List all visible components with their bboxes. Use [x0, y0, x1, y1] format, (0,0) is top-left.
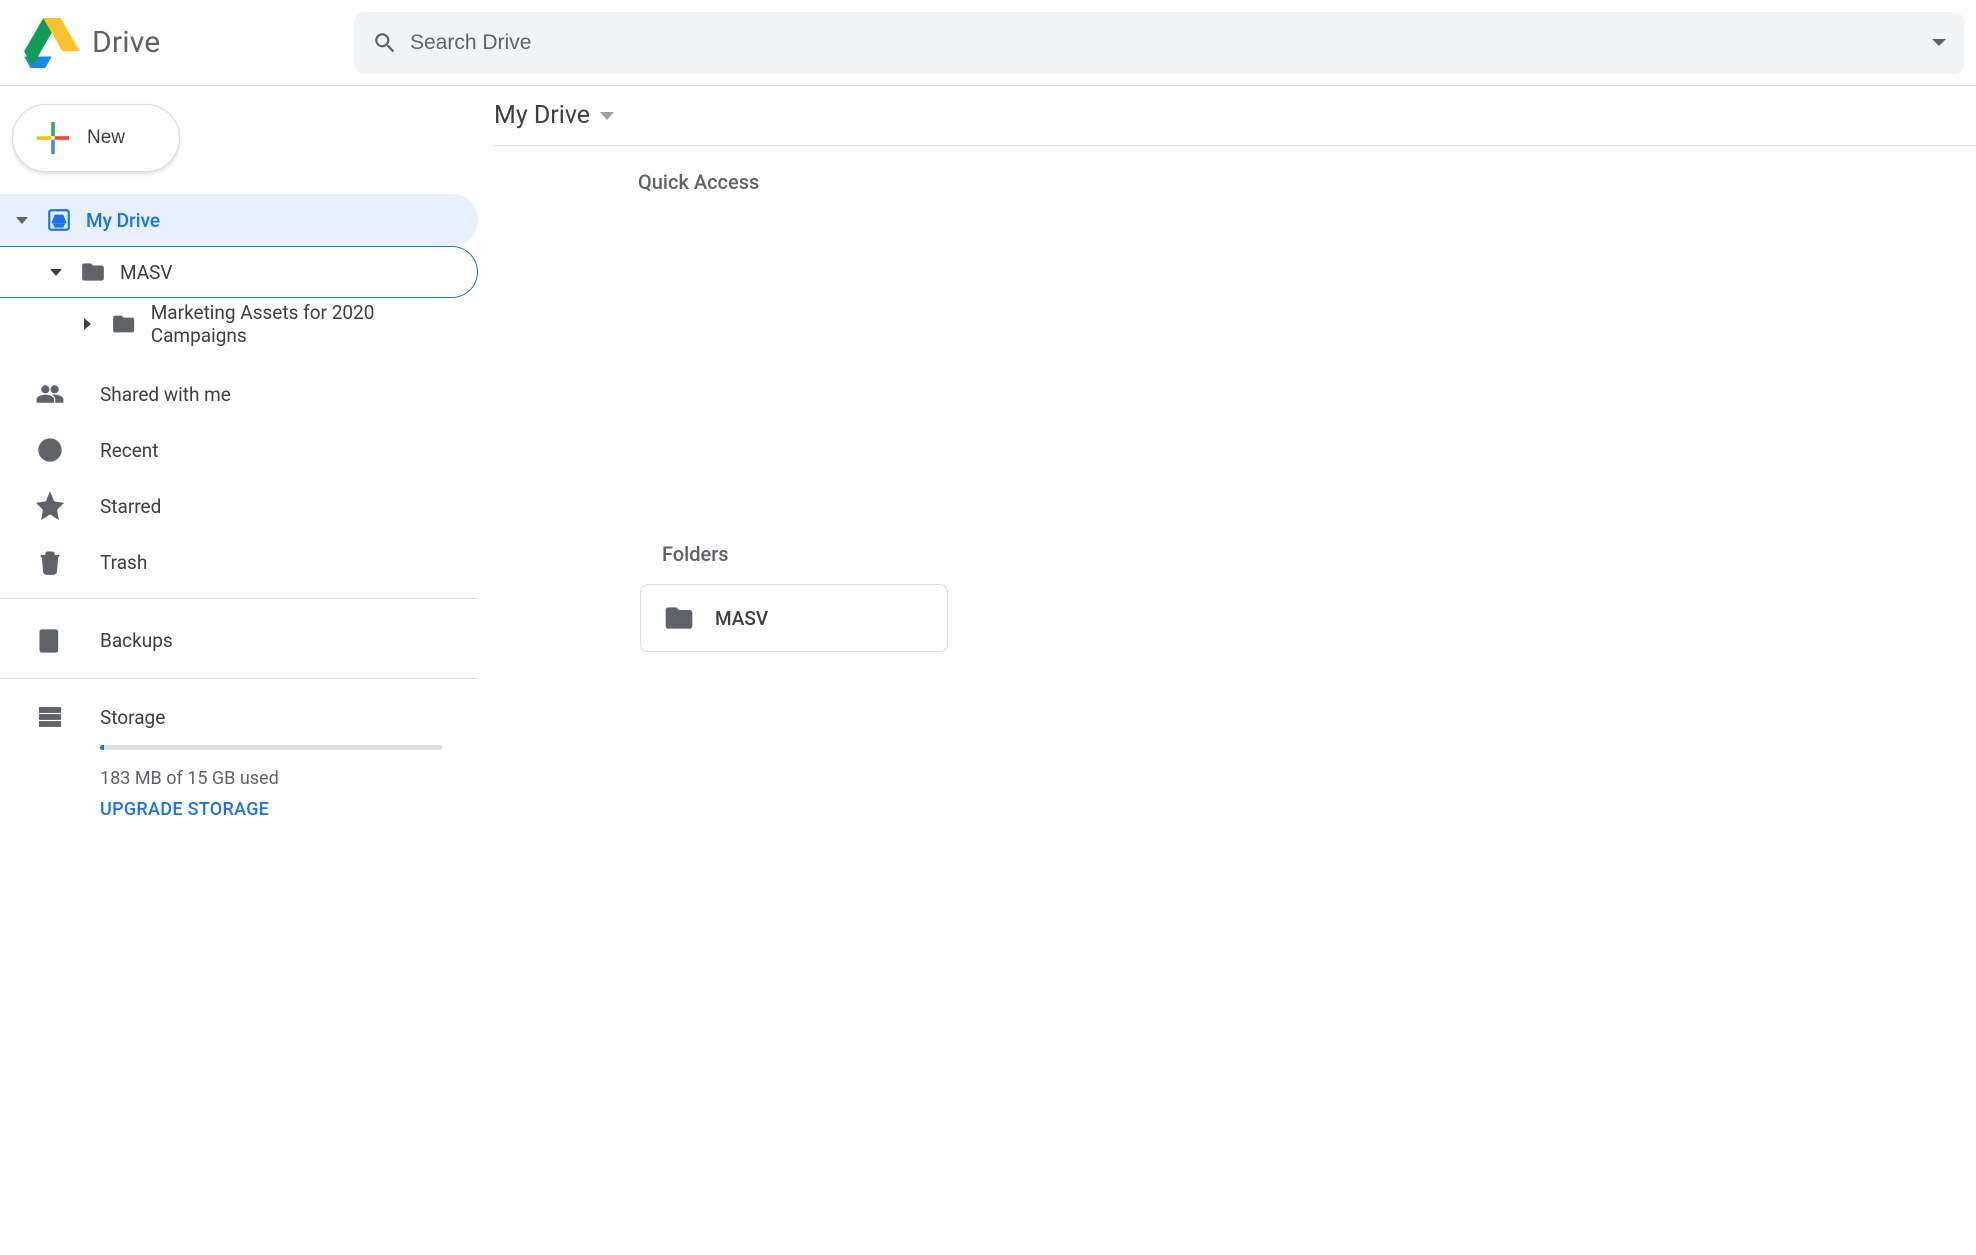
- folder-tree: My Drive MASV Marketing Assets for 2020 …: [0, 194, 478, 356]
- storage-label: Storage: [100, 706, 165, 729]
- nav-trash[interactable]: Trash: [0, 534, 478, 590]
- chevron-down-icon[interactable]: [46, 269, 66, 276]
- backups-icon: [36, 627, 64, 655]
- tree-masv[interactable]: MASV: [0, 246, 478, 298]
- storage-used-text: 183 MB of 15 GB used: [100, 768, 442, 789]
- storage-bar: [100, 745, 442, 750]
- chevron-down-icon[interactable]: [12, 217, 32, 224]
- sidebar: New My Drive MASV Ma: [0, 86, 478, 1255]
- nav-recent-label: Recent: [100, 439, 159, 462]
- tree-my-drive[interactable]: My Drive: [0, 194, 478, 246]
- drive-logo-icon: [24, 18, 80, 68]
- nav-recent[interactable]: Recent: [0, 422, 478, 478]
- chevron-right-icon[interactable]: [78, 318, 97, 330]
- plus-icon: [37, 122, 69, 154]
- nav-backups[interactable]: Backups: [0, 598, 478, 678]
- tree-marketing-assets[interactable]: Marketing Assets for 2020 Campaigns: [0, 298, 478, 350]
- search-icon: [372, 30, 398, 56]
- folder-icon: [663, 602, 695, 634]
- search-input[interactable]: [410, 31, 1920, 55]
- breadcrumb-title: My Drive: [494, 101, 590, 130]
- new-button-label: New: [87, 127, 125, 149]
- folder-icon: [111, 311, 136, 337]
- folders-label: Folders: [662, 542, 1976, 566]
- quick-access-label: Quick Access: [638, 170, 1976, 194]
- trash-icon: [36, 548, 64, 576]
- folder-card[interactable]: MASV: [640, 584, 948, 652]
- main-header: My Drive: [494, 86, 1976, 146]
- storage-icon: [36, 703, 64, 731]
- app-title: Drive: [92, 25, 160, 60]
- drive-folder-icon: [46, 207, 72, 233]
- folder-card-label: MASV: [715, 607, 768, 630]
- upgrade-storage-link[interactable]: UPGRADE STORAGE: [100, 799, 442, 820]
- nav-shared[interactable]: Shared with me: [0, 366, 478, 422]
- storage-section: Storage 183 MB of 15 GB used UPGRADE STO…: [0, 678, 478, 820]
- main: My Drive Quick Access Folders MASV: [478, 86, 1976, 1255]
- nav-trash-label: Trash: [100, 551, 147, 574]
- search-options-caret-icon[interactable]: [1932, 39, 1946, 46]
- search-bar[interactable]: [354, 12, 1964, 74]
- nav-shared-label: Shared with me: [100, 383, 231, 406]
- star-icon: [36, 492, 64, 520]
- folder-icon: [80, 259, 106, 285]
- nav-starred-label: Starred: [100, 495, 161, 518]
- header: Drive: [0, 0, 1976, 86]
- nav: Shared with me Recent Starred Trash Back…: [0, 356, 478, 678]
- nav-starred[interactable]: Starred: [0, 478, 478, 534]
- nav-backups-label: Backups: [100, 629, 173, 652]
- nav-storage[interactable]: Storage: [36, 689, 442, 745]
- breadcrumb[interactable]: My Drive: [494, 101, 614, 130]
- tree-masv-label: MASV: [120, 261, 173, 284]
- clock-icon: [36, 436, 64, 464]
- tree-sub-label: Marketing Assets for 2020 Campaigns: [151, 301, 466, 347]
- chevron-down-icon: [600, 112, 614, 120]
- logo-area[interactable]: Drive: [24, 18, 354, 68]
- people-icon: [36, 380, 64, 408]
- tree-my-drive-label: My Drive: [86, 209, 160, 232]
- new-button[interactable]: New: [12, 104, 180, 172]
